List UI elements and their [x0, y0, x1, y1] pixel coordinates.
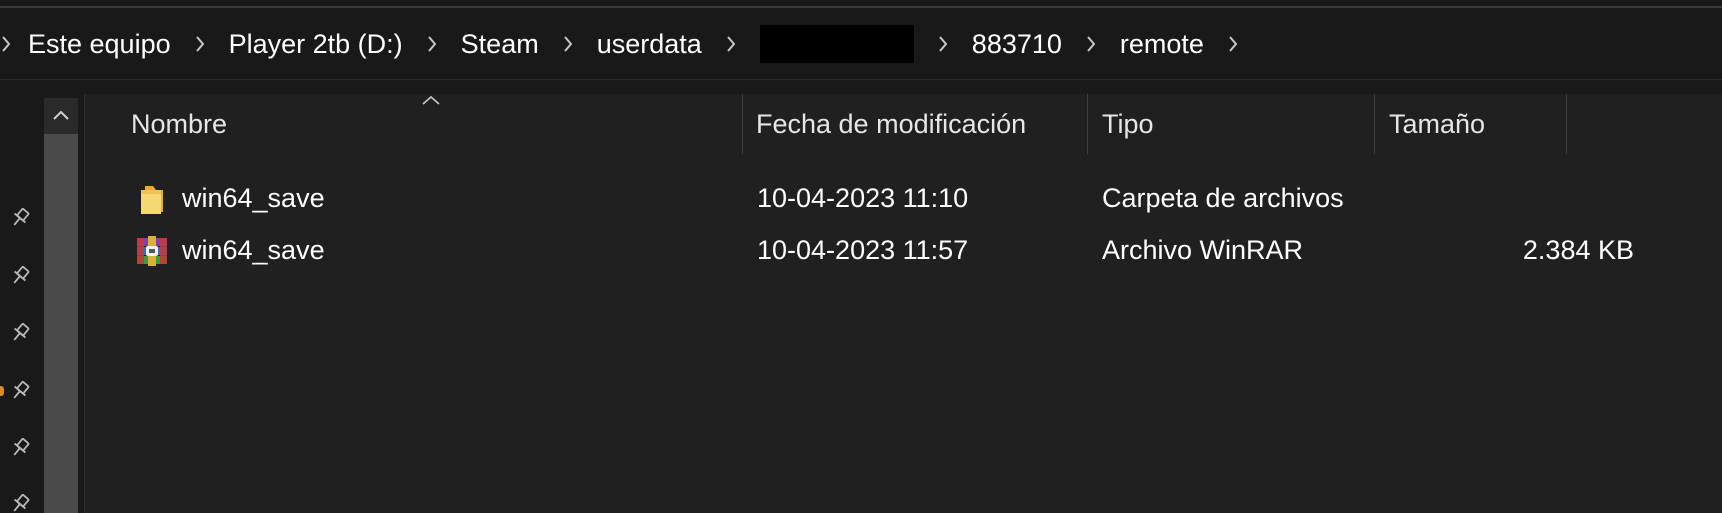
file-modified: 10-04-2023 11:10 [757, 182, 969, 213]
pin-icon[interactable] [6, 434, 34, 462]
chevron-right-icon[interactable] [183, 8, 217, 80]
pin-icon[interactable] [6, 204, 34, 232]
breadcrumb-item-steam[interactable]: Steam [449, 8, 551, 80]
column-separator[interactable] [1374, 94, 1375, 154]
breadcrumb-item-app-id[interactable]: 883710 [960, 8, 1074, 80]
pin-icon[interactable] [6, 377, 34, 405]
column-header-name-label: Nombre [131, 108, 228, 139]
column-header-modified-label: Fecha de modificación [756, 108, 1027, 139]
column-separator[interactable] [742, 94, 743, 154]
scroll-up-icon[interactable] [44, 98, 78, 132]
winrar-archive-icon [135, 234, 169, 268]
column-header-size-label: Tamaño [1389, 108, 1486, 139]
chevron-right-icon[interactable] [1074, 8, 1108, 80]
breadcrumb-item-redacted[interactable] [759, 24, 914, 63]
file-list [85, 94, 1722, 513]
file-explorer-window: Este equipo Player 2tb (D:) Steam userda… [0, 0, 1722, 513]
drive-indicator-icon [0, 386, 4, 396]
breadcrumb[interactable]: Este equipo Player 2tb (D:) Steam userda… [0, 8, 1722, 80]
chevron-right-icon[interactable] [551, 8, 585, 80]
chevron-right-icon[interactable] [415, 8, 449, 80]
file-size: 2.384 KB [1522, 234, 1634, 265]
chevron-right-icon[interactable] [926, 8, 960, 80]
navigation-scrollbar-thumb[interactable] [44, 134, 78, 513]
column-header-modified[interactable]: Fecha de modificación [756, 94, 1086, 154]
pin-icon[interactable] [6, 490, 34, 513]
file-name[interactable]: win64_save [182, 173, 325, 223]
file-type: Archivo WinRAR [1102, 234, 1304, 265]
breadcrumb-item-drive[interactable]: Player 2tb (D:) [217, 8, 415, 80]
file-type: Carpeta de archivos [1102, 182, 1344, 213]
folder-icon [135, 182, 169, 216]
list-item[interactable]: win64_save 10-04-2023 11:10 Carpeta de a… [85, 173, 1722, 223]
breadcrumb-item-userdata[interactable]: userdata [585, 8, 714, 80]
file-name[interactable]: win64_save [182, 225, 325, 275]
column-header-name[interactable]: Nombre [131, 94, 741, 154]
breadcrumb-item-este-equipo[interactable]: Este equipo [16, 8, 183, 80]
file-modified: 10-04-2023 11:57 [757, 234, 969, 265]
pin-icon[interactable] [6, 262, 34, 290]
column-header-type-label: Tipo [1102, 108, 1154, 139]
column-header-size[interactable]: Tamaño [1389, 94, 1564, 154]
breadcrumb-item-remote[interactable]: remote [1108, 8, 1216, 80]
column-header-type[interactable]: Tipo [1102, 94, 1372, 154]
column-separator[interactable] [1566, 94, 1567, 154]
list-item[interactable]: win64_save 10-04-2023 11:57 Archivo WinR… [85, 225, 1722, 275]
file-size [1389, 173, 1634, 223]
chevron-right-icon[interactable] [1216, 8, 1250, 80]
chevron-right-icon[interactable] [714, 8, 748, 80]
pin-icon[interactable] [6, 319, 34, 347]
chevron-right-icon[interactable] [0, 8, 16, 80]
column-separator[interactable] [1087, 94, 1088, 154]
